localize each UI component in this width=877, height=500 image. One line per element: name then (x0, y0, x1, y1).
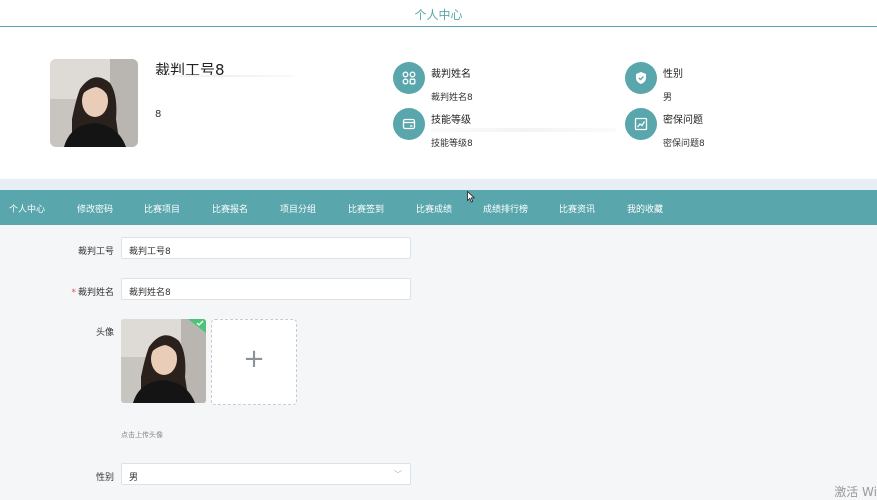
gender-value: 男 (129, 473, 139, 483)
nav-item-competition-signup[interactable]: 比赛报名 (212, 202, 248, 215)
nav-item-project-grouping[interactable]: 项目分组 (280, 202, 316, 215)
gender-select[interactable]: 男 ﹀ (121, 463, 411, 485)
info-security-question: 密保问题 密保问题8 (625, 108, 705, 149)
card-icon (393, 108, 425, 140)
info-value: 男 (663, 93, 673, 103)
header-bar: 个人中心 (0, 0, 877, 27)
profile-card: 裁判工号8 8 裁判姓名 裁判姓名8 性别 男 技能等级 技能等级8 密保问题 … (0, 27, 877, 179)
chevron-down-icon: ﹀ (394, 470, 402, 479)
upload-hint: 点击上传头像 (121, 431, 163, 439)
info-value: 密保问题8 (663, 139, 705, 149)
profile-sub: 8 (155, 109, 162, 120)
info-value: 技能等级8 (431, 139, 473, 149)
avatar-upload-button[interactable]: + (211, 319, 297, 405)
info-skill-level: 技能等级 技能等级8 (393, 108, 616, 149)
check-icon (196, 320, 204, 326)
nav-item-competition-scores[interactable]: 比赛成绩 (416, 202, 452, 215)
page-title: 个人中心 (414, 8, 463, 22)
divider-strip (0, 179, 877, 190)
nav-item-my-favorites[interactable]: 我的收藏 (627, 202, 663, 215)
uploaded-avatar[interactable] (121, 319, 206, 403)
nav-item-score-ranking[interactable]: 成绩排行榜 (483, 202, 528, 215)
nav-item-competition-items[interactable]: 比赛项目 (144, 202, 180, 215)
nav-item-change-password[interactable]: 修改密码 (77, 202, 113, 215)
info-gender: 性别 男 (625, 62, 683, 103)
info-label: 裁判姓名 (431, 69, 471, 80)
info-label: 密保问题 (663, 115, 703, 126)
main-nav: 个人中心 修改密码 比赛项目 比赛报名 项目分组 比赛签到 比赛成绩 成绩排行榜… (0, 190, 877, 225)
plus-icon: + (243, 344, 265, 374)
gender-label: 性别 (95, 473, 114, 483)
info-value: 裁判姓名8 (431, 93, 473, 103)
judge-name-field[interactable]: 裁判姓名8 (121, 278, 411, 300)
grid-icon (393, 62, 425, 94)
required-mark: * (71, 288, 76, 298)
activation-watermark: 激活 Wi (834, 485, 877, 499)
mouse-cursor-icon (467, 191, 475, 203)
nav-item-personal-center[interactable]: 个人中心 (9, 202, 45, 215)
judge-name-label: 裁判姓名 (77, 288, 114, 298)
chart-icon (625, 108, 657, 140)
judge-name-label-wrap: * 裁判姓名 (54, 285, 114, 298)
name-divider (155, 75, 295, 77)
judge-id-label: 裁判工号 (77, 247, 114, 257)
avatar-label: 头像 (95, 328, 114, 338)
profile-avatar (50, 59, 138, 147)
shield-check-icon (625, 62, 657, 94)
info-label: 性别 (663, 69, 683, 80)
info-judge-name: 裁判姓名 裁判姓名8 (393, 62, 473, 103)
nav-item-competition-news[interactable]: 比赛资讯 (559, 202, 595, 215)
judge-id-field[interactable]: 裁判工号8 (121, 237, 411, 259)
nav-item-competition-checkin[interactable]: 比赛签到 (348, 202, 384, 215)
info-label: 技能等级 (431, 115, 471, 126)
info-divider (431, 128, 616, 132)
